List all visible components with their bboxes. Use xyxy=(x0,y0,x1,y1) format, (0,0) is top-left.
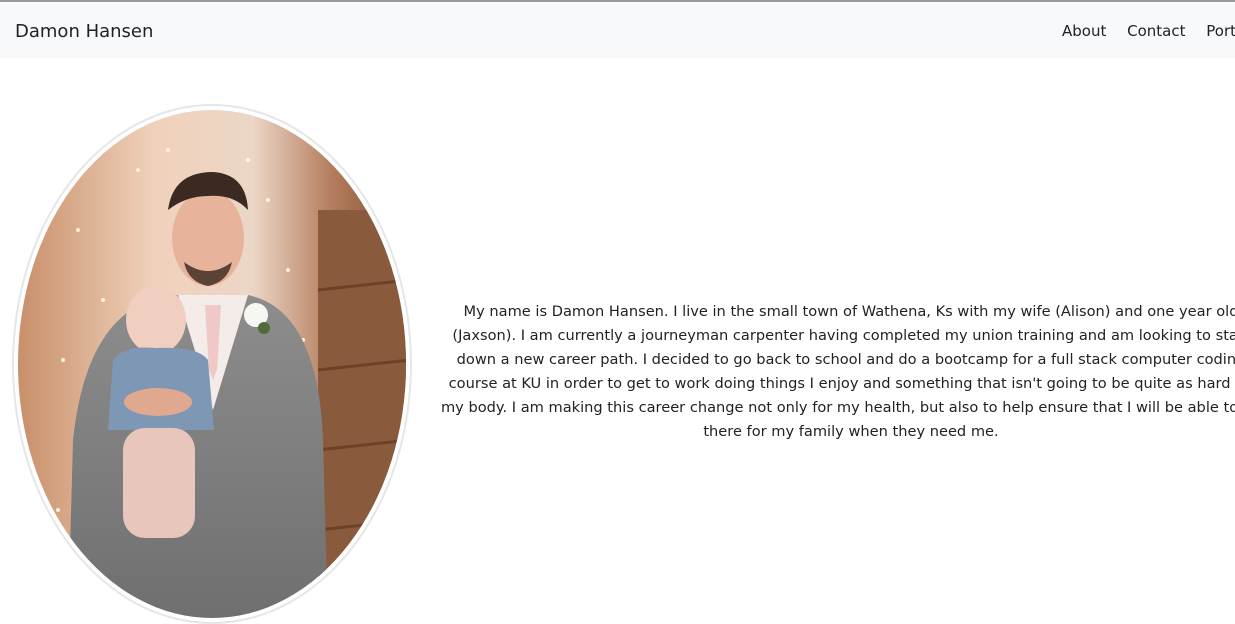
nav-links: About Contact Portfolio xyxy=(1062,22,1235,40)
nav-portfolio-link[interactable]: Portfolio xyxy=(1206,22,1235,40)
profile-photo-illustration xyxy=(18,110,406,618)
nav-about-link[interactable]: About xyxy=(1062,22,1106,40)
brand-link[interactable]: Damon Hansen xyxy=(15,21,153,42)
profile-photo xyxy=(18,110,406,618)
nav-contact-link[interactable]: Contact xyxy=(1127,22,1185,40)
navbar: Damon Hansen About Contact Portfolio xyxy=(0,2,1235,58)
profile-photo-frame xyxy=(12,104,412,624)
bio-text: My name is Damon Hansen. I live in the s… xyxy=(440,303,1235,440)
